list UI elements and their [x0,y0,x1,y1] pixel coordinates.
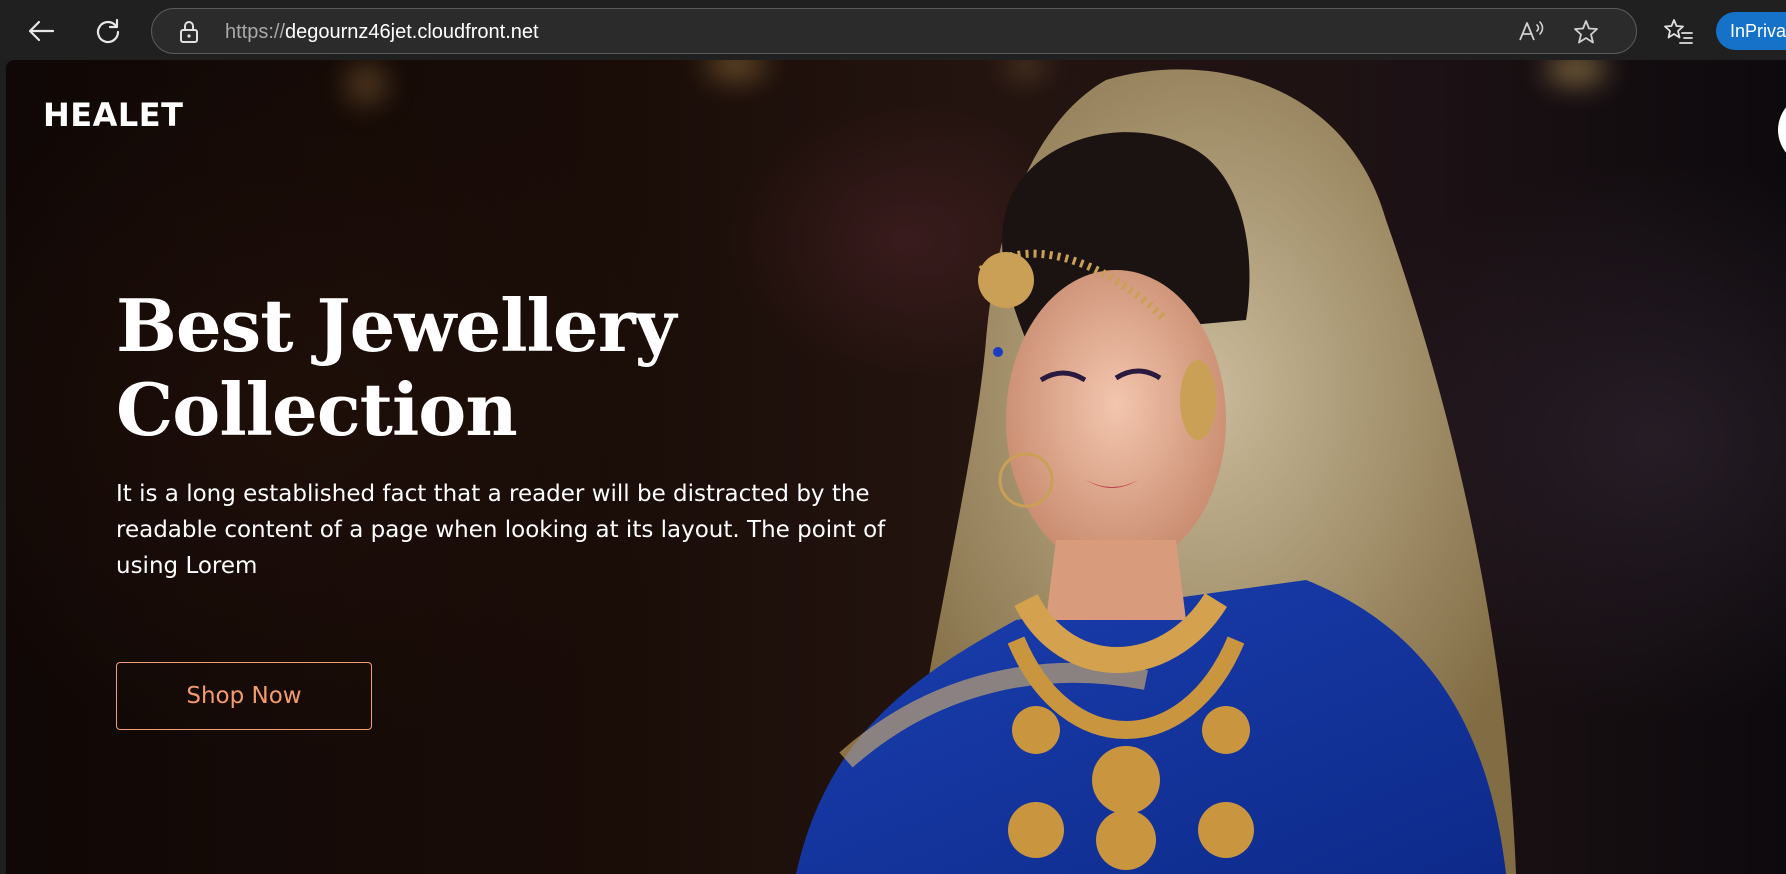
bokeh-light [706,60,766,80]
hero-section: HEALET Best Jewellery Collection It is a… [6,60,1786,874]
url-host: degournz46jet.cloudfront.net [285,21,539,43]
favorites-button[interactable] [1659,11,1699,51]
bride-in-jewellery-photo [796,69,1516,874]
refresh-icon [96,18,120,44]
hero-headline: Best Jewellery Collection [116,284,816,452]
headline-line-1: Best Jewellery [116,283,676,368]
refresh-button[interactable] [88,11,128,51]
url-scheme: https:// [225,21,286,43]
shop-now-button[interactable]: Shop Now [116,662,372,730]
url-text[interactable]: https://degournz46jet.cloudfront.net [225,21,539,44]
read-aloud-icon[interactable] [1517,19,1545,50]
inprivate-badge[interactable]: InPrivate [1716,12,1786,50]
headline-line-2: Collection [116,367,518,452]
browser-toolbar: https://degournz46jet.cloudfront.net InP… [0,0,1786,60]
favorite-star-icon[interactable] [1573,19,1599,50]
back-icon [28,20,55,42]
back-button[interactable] [21,11,61,51]
hero-description: It is a long established fact that a rea… [116,481,886,579]
favorites-list-icon [1664,19,1693,44]
bokeh-light [346,64,386,104]
site-logo[interactable]: HEALET [43,96,183,134]
address-bar[interactable]: https://degournz46jet.cloudfront.net [151,8,1637,54]
lock-icon[interactable] [178,20,200,49]
